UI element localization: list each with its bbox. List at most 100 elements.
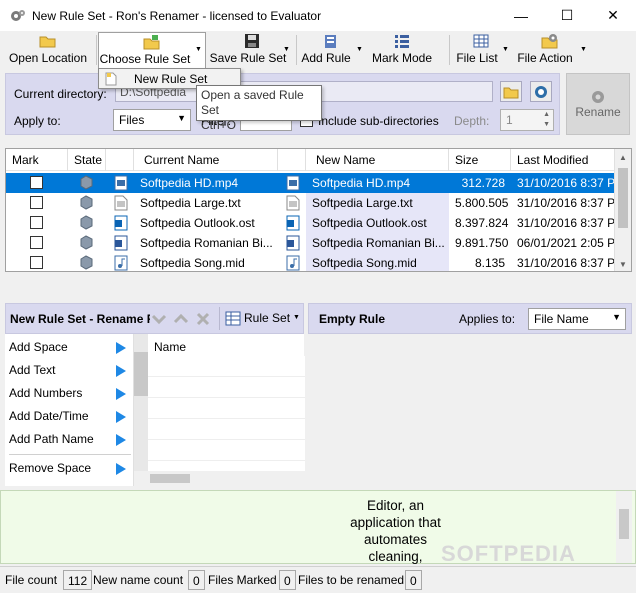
file-list-icon (473, 34, 489, 48)
rule-action-item[interactable]: Add Space (9, 340, 68, 360)
current-name-cell: Softpedia Song.mid (140, 256, 245, 270)
column-header-icon[interactable] (106, 149, 134, 171)
column-header-last-modified[interactable]: Last Modified (511, 149, 616, 171)
choose-rule-set-button[interactable]: Choose Rule Set (98, 32, 206, 69)
rule-action-item[interactable]: Add Text (9, 363, 55, 383)
mark-checkbox[interactable] (30, 216, 43, 229)
new-name-count-value: 0 (188, 570, 205, 590)
rule-set-title: New Rule Set - Rename R (10, 312, 150, 326)
toolbar-separator (296, 35, 297, 65)
chevron-down-icon: ▼ (177, 113, 186, 123)
applies-to-select[interactable]: File Name ▼ (528, 308, 626, 330)
menu-item-new-rule-set[interactable]: New Rule Set (134, 72, 207, 86)
rule-set-menu-button[interactable]: Rule Set ▼ (219, 307, 301, 330)
table-row[interactable]: Softpedia Outlook.ost Softpedia Outlook.o… (6, 213, 631, 233)
play-icon[interactable] (116, 434, 126, 446)
app-icon (11, 9, 25, 21)
column-header-mark[interactable]: Mark (6, 149, 68, 171)
browse-folder-button[interactable] (500, 81, 522, 102)
mark-checkbox[interactable] (30, 176, 43, 189)
move-down-icon[interactable] (151, 312, 167, 326)
new-name-cell: Softpedia Romanian Bi... (306, 233, 449, 253)
maximize-button[interactable]: ☐ (544, 0, 590, 31)
rules-grid-hscrollbar[interactable] (134, 471, 305, 486)
save-rule-set-dropdown-arrow[interactable]: ▼ (283, 46, 290, 53)
audio-file-icon (114, 255, 128, 271)
table-row[interactable]: Softpedia Song.mid Softpedia Song.mid 8.13… (6, 253, 631, 271)
move-up-icon[interactable] (173, 312, 189, 326)
play-icon[interactable] (116, 411, 126, 423)
rules-grid-body[interactable] (148, 356, 305, 476)
file-list-header: Mark State Current Name New Name Size La… (6, 149, 631, 171)
close-button[interactable]: ✕ (590, 0, 636, 31)
play-icon[interactable] (116, 342, 126, 354)
rules-grid: Name (133, 334, 305, 486)
scrollbar-thumb[interactable] (150, 474, 190, 483)
mark-mode-button[interactable]: Mark Mode (368, 33, 436, 67)
refresh-button[interactable] (530, 81, 552, 102)
file-list-scrollbar[interactable]: ▲ ▼ (614, 149, 631, 271)
state-icon (80, 175, 93, 190)
rules-grid-scrollbar[interactable] (134, 334, 148, 486)
files-to-rename-value: 0 (405, 570, 422, 590)
scrollbar-thumb[interactable] (134, 352, 148, 396)
new-name-cell: Softpedia Large.txt (306, 193, 449, 213)
file-list-dropdown-arrow[interactable]: ▼ (502, 46, 509, 53)
mark-checkbox[interactable] (30, 256, 43, 269)
open-location-button[interactable]: Open Location (6, 33, 90, 67)
scrollbar-thumb[interactable] (618, 168, 628, 228)
delete-icon[interactable] (195, 311, 211, 327)
size-cell: 8.397.824 (455, 216, 509, 230)
column-header-size[interactable]: Size (449, 149, 511, 171)
refresh-icon (535, 85, 547, 98)
rule-action-item[interactable]: Add Path Name (9, 432, 94, 452)
rule-action-item[interactable]: Remove Space (9, 461, 91, 481)
outlook-file-icon (286, 215, 300, 231)
text-file-icon (114, 195, 128, 211)
mark-checkbox[interactable] (30, 236, 43, 249)
depth-stepper[interactable]: 1 ▲ ▼ (500, 109, 554, 131)
file-count-value: 112 (63, 570, 93, 590)
scroll-up-icon[interactable]: ▲ (615, 149, 631, 166)
scrollbar-thumb[interactable] (619, 509, 629, 539)
play-icon[interactable] (116, 463, 126, 475)
column-header-new-name[interactable]: New Name (306, 149, 449, 171)
new-name-cell: Softpedia HD.mp4 (306, 173, 449, 193)
scroll-down-icon[interactable]: ▼ (615, 256, 631, 271)
table-row[interactable]: Softpedia Romanian Bi... Softpedia Romani… (6, 233, 631, 253)
empty-rule-label: Empty Rule (319, 312, 386, 326)
size-cell: 8.135 (474, 256, 505, 270)
rename-button[interactable]: Rename (566, 73, 630, 135)
column-header-current-name[interactable]: Current Name (134, 149, 278, 171)
column-header-state[interactable]: State (68, 149, 106, 171)
description-scrollbar[interactable] (616, 491, 632, 563)
outlook-file-icon (114, 215, 128, 231)
current-name-cell: Softpedia Outlook.ost (140, 216, 255, 230)
file-action-dropdown-arrow[interactable]: ▼ (580, 46, 587, 53)
rule-action-item[interactable]: Remove Text (9, 484, 79, 486)
state-icon (80, 255, 93, 270)
file-action-button[interactable]: File Action (514, 33, 586, 67)
play-icon[interactable] (116, 388, 126, 400)
state-icon (80, 195, 93, 210)
mark-checkbox[interactable] (30, 196, 43, 209)
minimize-button[interactable]: — (498, 0, 544, 31)
new-name-count-label: New name count (93, 573, 184, 587)
add-rule-dropdown-arrow[interactable]: ▼ (356, 46, 363, 53)
rule-action-item[interactable]: Add Date/Time (9, 409, 89, 429)
applies-to-label: Applies to: (459, 312, 516, 326)
folder-icon (503, 87, 519, 98)
table-row[interactable]: Softpedia Large.txt Softpedia Large.txt 5.… (6, 193, 631, 213)
choose-rule-set-dropdown-arrow[interactable]: ▼ (195, 46, 202, 53)
last-modified-cell: 31/10/2016 8:37 PM (517, 176, 616, 190)
add-rule-button[interactable]: Add Rule (300, 33, 362, 67)
file-list-button[interactable]: File List (454, 33, 508, 67)
chevron-down-icon: ▼ (293, 314, 300, 321)
description-panel: Editor, an application that automates cl… (0, 490, 636, 566)
play-icon[interactable] (116, 365, 126, 377)
apply-to-select[interactable]: Files ▼ (113, 109, 191, 131)
table-row[interactable]: Softpedia HD.mp4 Softpedia HD.mp4 312.728 3… (6, 173, 631, 193)
rule-action-item[interactable]: Add Numbers (9, 386, 82, 406)
last-modified-cell: 31/10/2016 8:37 PM (517, 216, 616, 230)
column-header-new-icon[interactable] (278, 149, 306, 171)
